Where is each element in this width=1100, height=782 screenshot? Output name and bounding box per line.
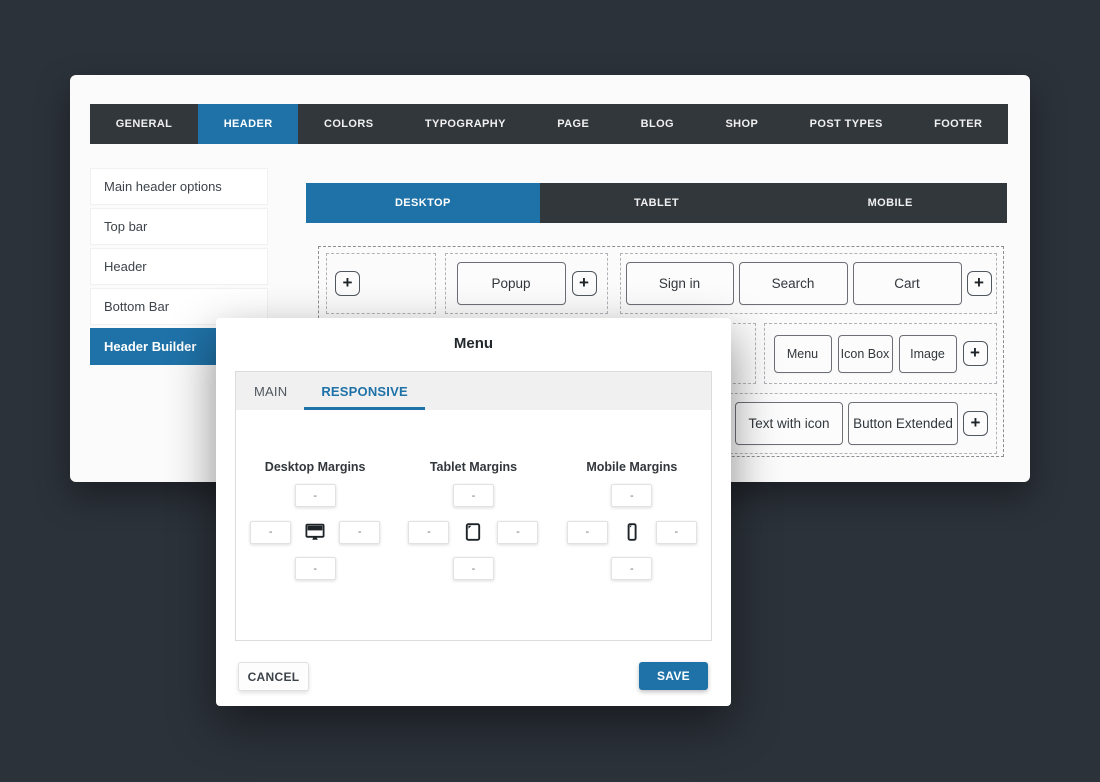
desktop-margin-top-input[interactable]	[294, 484, 336, 507]
add-element-button[interactable]: +	[966, 271, 992, 296]
tab-general[interactable]: GENERAL	[90, 104, 198, 144]
element-cart[interactable]: Cart	[852, 262, 962, 305]
element-menu[interactable]: Menu	[773, 334, 832, 373]
add-element-button[interactable]: +	[962, 341, 988, 366]
tablet-margin-bottom-input[interactable]	[452, 557, 494, 580]
tablet-margin-top-input[interactable]	[452, 484, 494, 507]
element-search[interactable]: Search	[738, 262, 848, 305]
element-icon-box[interactable]: Icon Box	[837, 334, 893, 373]
tab-colors[interactable]: COLORS	[298, 104, 399, 144]
group-label: Tablet Margins	[429, 460, 518, 474]
tablet-margin-right-input[interactable]	[497, 520, 539, 544]
builder-row2-section-right: Menu Icon Box Image +	[764, 323, 997, 384]
group-label: Desktop Margins	[264, 460, 366, 474]
phone-icon	[620, 520, 644, 544]
sidebar-item-main-header-options[interactable]: Main header options	[90, 168, 268, 205]
modal-title: Menu	[453, 335, 494, 352]
sidebar-item-header[interactable]: Header	[90, 248, 268, 285]
tab-shop[interactable]: SHOP	[700, 104, 784, 144]
group-label: Mobile Margins	[586, 460, 678, 474]
desktop-margin-right-input[interactable]	[339, 520, 381, 544]
page-background: GENERAL HEADER COLORS TYPOGRAPHY PAGE BL…	[0, 0, 1100, 782]
sidebar-item-top-bar[interactable]: Top bar	[90, 208, 268, 245]
device-tabs: DESKTOP TABLET MOBILE	[306, 183, 1008, 223]
builder-row1-section-right: Sign in Search Cart +	[620, 253, 997, 314]
builder-row1-section-left: +	[326, 253, 436, 314]
element-popup[interactable]: Popup	[456, 262, 566, 305]
tablet-margin-left-input[interactable]	[408, 520, 450, 544]
cancel-button[interactable]: CANCEL	[238, 662, 309, 691]
desktop-margin-bottom-input[interactable]	[294, 557, 336, 580]
menu-settings-modal: Menu MAIN RESPONSIVE Desktop Margins - -…	[216, 318, 731, 706]
element-text-with-icon[interactable]: Text with icon	[735, 402, 843, 445]
tab-post-types[interactable]: POST TYPES	[784, 104, 908, 144]
save-button[interactable]: SAVE	[639, 662, 708, 690]
device-tab-tablet[interactable]: TABLET	[539, 183, 774, 223]
desktop-margins-group: Desktop Margins	[236, 460, 394, 580]
mobile-margin-left-input[interactable]	[566, 520, 608, 544]
tab-footer[interactable]: FOOTER	[908, 104, 1008, 144]
element-image[interactable]: Image	[898, 334, 957, 373]
modal-tab-responsive[interactable]: RESPONSIVE	[304, 372, 425, 410]
tablet-icon	[461, 520, 485, 544]
modal-tab-main[interactable]: MAIN	[237, 372, 304, 410]
add-element-button[interactable]: +	[571, 271, 597, 296]
modal-tab-bar: MAIN RESPONSIVE	[236, 372, 711, 410]
tab-blog[interactable]: BLOG	[615, 104, 700, 144]
device-tab-desktop[interactable]: DESKTOP	[306, 183, 540, 223]
tablet-margins-group: Tablet Margins	[394, 460, 552, 580]
margins-groups: Desktop Margins - - - - Tablet Margins -…	[236, 460, 711, 580]
monitor-icon	[303, 520, 327, 544]
add-element-button[interactable]: +	[335, 271, 360, 296]
mobile-margin-right-input[interactable]	[655, 520, 697, 544]
mobile-margins-group: Mobile Margins	[553, 460, 711, 580]
element-sign-in[interactable]: Sign in	[625, 262, 734, 305]
tab-typography[interactable]: TYPOGRAPHY	[399, 104, 531, 144]
device-tab-mobile[interactable]: MOBILE	[773, 183, 1008, 223]
builder-row1-section-center: Popup +	[445, 253, 608, 314]
tab-header[interactable]: HEADER	[198, 104, 299, 144]
add-element-button[interactable]: +	[963, 411, 988, 436]
top-nav: GENERAL HEADER COLORS TYPOGRAPHY PAGE BL…	[90, 104, 1008, 144]
element-button-extended[interactable]: Button Extended	[848, 402, 958, 445]
mobile-margin-top-input[interactable]	[611, 484, 653, 507]
desktop-margin-left-input[interactable]	[250, 520, 292, 544]
mobile-margin-bottom-input[interactable]	[611, 557, 653, 580]
modal-tab-panel: MAIN RESPONSIVE Desktop Margins - - - - …	[235, 371, 712, 641]
tab-page[interactable]: PAGE	[532, 104, 615, 144]
